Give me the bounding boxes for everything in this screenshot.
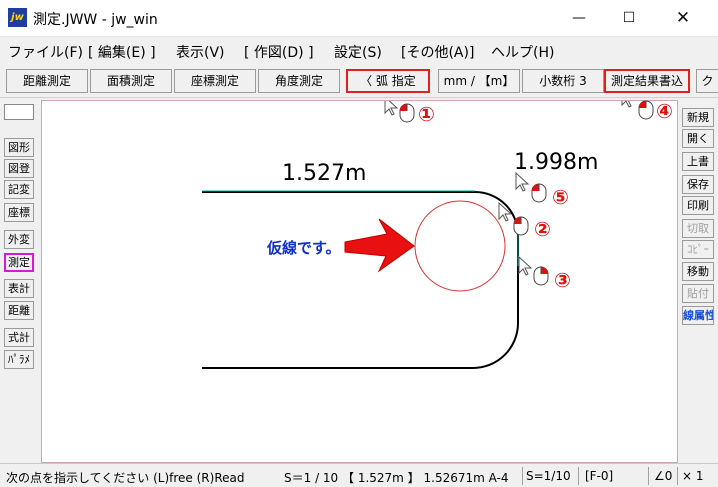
measure-label-top: 1.527m — [282, 161, 366, 186]
line-attribute-button[interactable]: 線属性 — [682, 306, 714, 325]
drawing-svg: 1.527m 1.998m 仮線です。 ⑤ ② ③ — [202, 101, 632, 369]
outline-shape — [202, 191, 519, 369]
tool-shikikei[interactable]: 式計 — [4, 328, 34, 347]
tool-zutou[interactable]: 図登 — [4, 159, 34, 178]
copy-button[interactable]: ｺﾋﾟｰ — [682, 240, 714, 259]
print-button[interactable]: 印刷 — [682, 196, 714, 215]
overwrite-button[interactable]: 上書 — [682, 152, 714, 171]
cursor-icon-3 — [518, 255, 533, 276]
status-bar: 次の点を指示してください (L)free (R)Read S＝1 / 10 【 … — [0, 463, 718, 487]
move-button[interactable]: 移動 — [682, 262, 714, 281]
paste-button[interactable]: 貼付 — [682, 284, 714, 303]
status-hint: 次の点を指示してください (L)free (R)Read — [6, 471, 245, 485]
mouse-icon-1 — [399, 103, 415, 123]
left-tool-panel: 図形 図登 記変 座標 外変 測定 表計 距離 式計 ﾊﾟﾗﾒ — [0, 98, 38, 463]
cursor-icon-2 — [498, 201, 513, 222]
tool-sokutei[interactable]: 測定 — [4, 253, 34, 272]
right-tool-panel: 新規 開く 上書 保存 印刷 切取 ｺﾋﾟｰ 移動 貼付 線属性 — [680, 98, 718, 463]
tool-zahyo[interactable]: 座標 — [4, 203, 34, 222]
measure-label-right: 1.998m — [514, 150, 598, 175]
cut-button[interactable]: 切取 — [682, 219, 714, 238]
drawing-canvas[interactable]: 1.527m 1.998m 仮線です。 ⑤ ② ③ — [41, 100, 678, 463]
tool-kyori[interactable]: 距離 — [4, 301, 34, 320]
status-layer[interactable]: [F-0] — [585, 469, 613, 483]
toolbar-callouts: ① ④ — [399, 99, 673, 126]
tool-kihen[interactable]: 記変 — [4, 180, 34, 199]
mouse-icon-2 — [513, 216, 529, 236]
open-file-button[interactable]: 開く — [682, 129, 714, 148]
callout-1: ① — [418, 102, 435, 126]
tool-parame[interactable]: ﾊﾟﾗﾒ — [4, 350, 34, 369]
pointer-arrow — [344, 218, 415, 273]
callout-5: ⑤ — [552, 185, 569, 209]
mouse-icon-5 — [531, 183, 547, 203]
status-scale[interactable]: S=1/10 — [526, 469, 571, 483]
status-separator — [648, 467, 649, 485]
status-angle[interactable]: ∠0 — [654, 469, 672, 483]
status-separator — [522, 467, 523, 485]
callout-4: ④ — [656, 99, 673, 123]
status-separator — [578, 467, 579, 485]
tool-gaihen[interactable]: 外変 — [4, 230, 34, 249]
tool-hyokei[interactable]: 表計 — [4, 279, 34, 298]
mouse-icon-4 — [638, 100, 654, 120]
new-file-button[interactable]: 新規 — [682, 108, 714, 127]
temporary-line-note: 仮線です。 — [266, 239, 341, 257]
auxiliary-circle — [414, 200, 506, 292]
callout-2: ② — [534, 217, 551, 241]
status-separator — [677, 467, 678, 485]
status-zoom[interactable]: × 1 — [682, 469, 704, 483]
mouse-icon-3 — [533, 266, 549, 286]
cursor-icon-5 — [515, 171, 530, 192]
callout-3: ③ — [554, 268, 571, 292]
status-scale-length: S＝1 / 10 【 1.527m 】 1.52671m A-4 — [284, 471, 509, 485]
tool-zukei[interactable]: 図形 — [4, 138, 34, 157]
save-button[interactable]: 保存 — [682, 175, 714, 194]
